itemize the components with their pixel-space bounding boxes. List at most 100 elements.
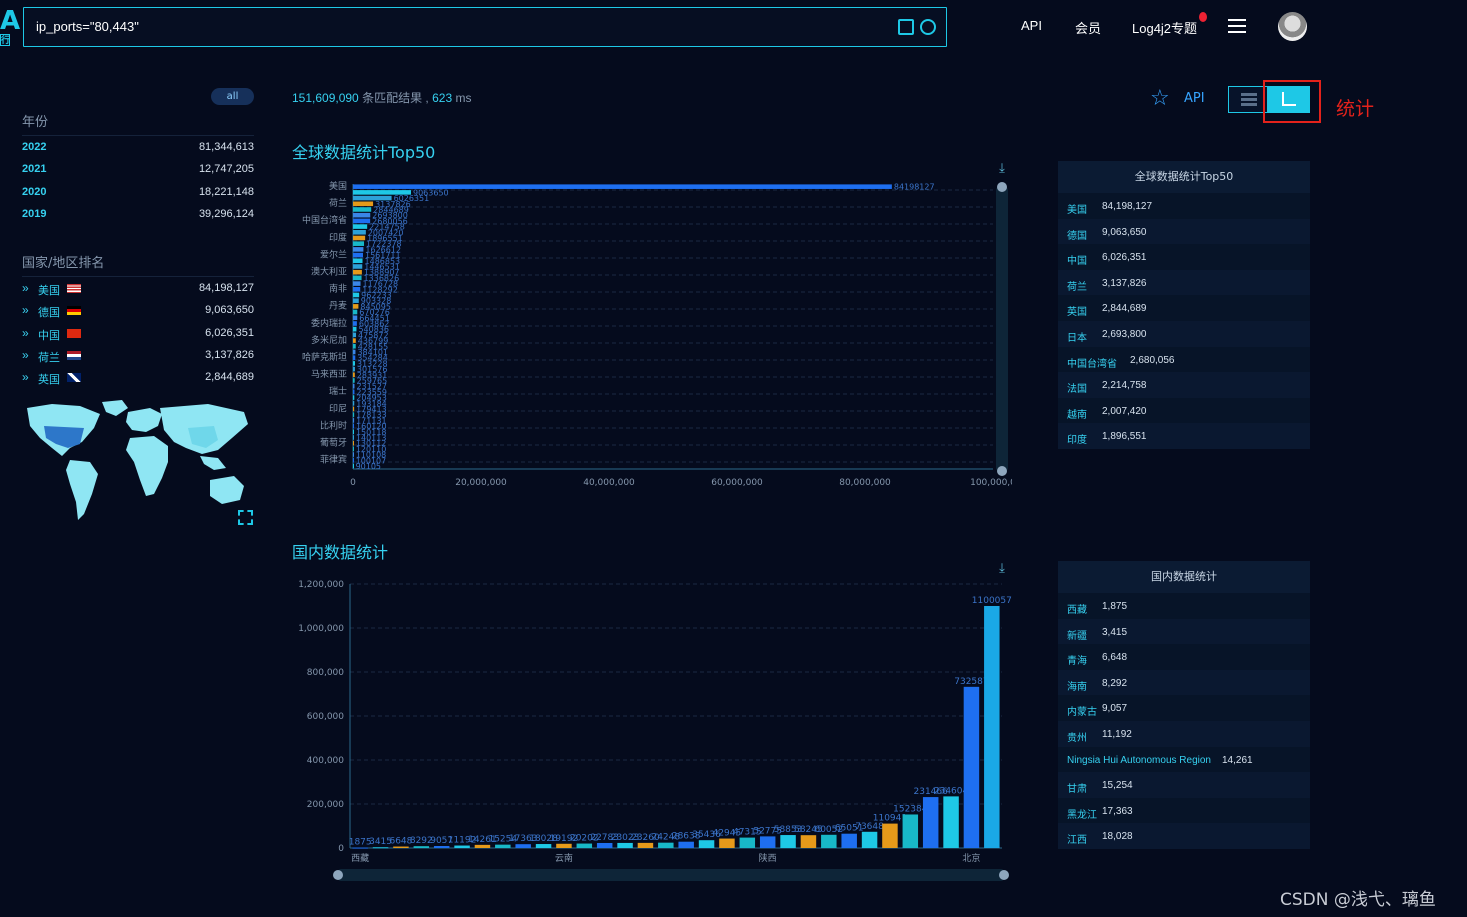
row-label[interactable]: 内蒙古 (1067, 703, 1097, 718)
row-label[interactable]: 法国 (1067, 380, 1087, 395)
country-value: 6,026,351 (205, 326, 254, 339)
nav-log4j[interactable]: Log4j2专题 (1132, 18, 1197, 37)
star-icon[interactable]: ☆ (1150, 88, 1172, 110)
year-label[interactable]: 2019 (22, 208, 46, 220)
year-row[interactable]: 2019 39,296,124 (22, 208, 254, 230)
nav-member[interactable]: 会员 (1075, 18, 1101, 37)
row-label[interactable]: 新疆 (1067, 627, 1087, 642)
country-label[interactable]: 英国 (38, 371, 60, 387)
row-label[interactable]: 印度 (1067, 431, 1087, 446)
table-row[interactable]: 中国台湾省 2,680,056 (1058, 347, 1310, 373)
country-row[interactable]: » 德国 9,063,650 (22, 303, 254, 326)
table-row[interactable]: 黑龙江 17,363 (1058, 798, 1310, 824)
stats-annotation: 统计 (1336, 98, 1375, 120)
table-row[interactable]: 日本 2,693,800 (1058, 320, 1310, 347)
row-label[interactable]: 海南 (1067, 678, 1087, 693)
row-label[interactable]: 青海 (1067, 652, 1087, 667)
year-row[interactable]: 2020 18,221,148 (22, 186, 254, 208)
search-input[interactable]: ip_ports="80,443" (36, 19, 139, 34)
row-label[interactable]: 西藏 (1067, 601, 1087, 616)
row-label[interactable]: 越南 (1067, 406, 1087, 421)
year-label[interactable]: 2020 (22, 186, 46, 198)
menu-icon[interactable] (1228, 19, 1246, 33)
year-label[interactable]: 2021 (22, 163, 46, 175)
download-icon[interactable]: ⤓ (995, 161, 1009, 176)
row-value: 2,844,689 (1102, 303, 1147, 315)
row-label[interactable]: 日本 (1067, 329, 1087, 344)
result-stats: 151,609,090 条匹配结果 , 623 ms (292, 89, 471, 106)
table-row[interactable]: 新疆 3,415 (1058, 618, 1310, 645)
x-tick-label: 0 (350, 478, 356, 488)
table-row[interactable]: 贵州 11,192 (1058, 720, 1310, 747)
table-row[interactable]: 美国 84,198,127 (1058, 193, 1310, 219)
row-label[interactable]: 江西 (1067, 831, 1087, 846)
table-row[interactable]: 荷兰 3,137,826 (1058, 269, 1310, 296)
row-label[interactable]: 中国台湾省 (1067, 355, 1117, 370)
bar (393, 846, 409, 848)
y-tick-label: 委内瑞拉 (311, 317, 347, 329)
grammar-icon[interactable] (898, 19, 914, 35)
table-row[interactable]: 江西 18,028 (1058, 823, 1310, 849)
map-south-america (66, 460, 98, 520)
table-row[interactable]: 西藏 1,875 (1058, 593, 1310, 619)
country-label[interactable]: 中国 (38, 327, 60, 343)
country-row[interactable]: » 美国 84,198,127 (22, 281, 254, 304)
year-row[interactable]: 2022 81,344,613 (22, 141, 254, 163)
nav-api[interactable]: API (1021, 18, 1042, 33)
table-row[interactable]: 海南 8,292 (1058, 669, 1310, 696)
logo[interactable]: A 行 (0, 8, 20, 58)
country-label[interactable]: 德国 (38, 304, 60, 320)
table-row[interactable]: 法国 2,214,758 (1058, 372, 1310, 398)
flag-icon (67, 284, 81, 293)
bar (922, 797, 939, 848)
row-label[interactable]: 中国 (1067, 252, 1087, 267)
table-row[interactable]: 英国 2,844,689 (1058, 295, 1310, 321)
y-tick-label: 葡萄牙 (320, 437, 347, 449)
table-row[interactable]: 青海 6,648 (1058, 644, 1310, 670)
x-tick-label: 陕西 (759, 852, 777, 864)
table-row[interactable]: 印度 1,896,551 (1058, 423, 1310, 449)
country-value: 9,063,650 (205, 304, 254, 317)
country-row[interactable]: » 中国 6,026,351 (22, 326, 254, 349)
world-map[interactable] (22, 398, 254, 528)
table-row[interactable]: 中国 6,026,351 (1058, 244, 1310, 270)
row-value: 2,007,420 (1102, 405, 1147, 417)
row-label[interactable]: 荷兰 (1067, 278, 1087, 293)
row-label[interactable]: Ningsia Hui Autonomous Region (1067, 755, 1211, 766)
search-box[interactable]: ip_ports="80,443" (23, 7, 947, 47)
bar (353, 247, 364, 252)
map-australia (210, 476, 244, 504)
avatar[interactable] (1278, 12, 1307, 41)
year-label[interactable]: 2022 (22, 141, 46, 153)
x-tick-label: 80,000,000 (839, 478, 891, 488)
expand-icon[interactable] (238, 510, 253, 525)
row-label[interactable]: 美国 (1067, 201, 1087, 216)
zoom-handle-left (333, 870, 343, 880)
api-link[interactable]: API (1184, 91, 1205, 106)
table-row[interactable]: 越南 2,007,420 (1058, 398, 1310, 424)
list-view-button[interactable] (1228, 86, 1268, 113)
row-value: 2,214,758 (1102, 380, 1147, 392)
country-row[interactable]: » 英国 2,844,689 (22, 370, 254, 393)
country-row[interactable]: » 荷兰 3,137,826 (22, 348, 254, 371)
filter-all-pill[interactable]: all (211, 88, 254, 105)
bar (821, 834, 837, 848)
country-label[interactable]: 美国 (38, 282, 60, 298)
table-row[interactable]: Ningsia Hui Autonomous Region 14,261 (1058, 747, 1310, 773)
search-icon[interactable] (920, 19, 936, 35)
global-stats-table: 全球数据统计Top50 美国 84,198,127 德国 9,063,650 中国 6,0… (1058, 161, 1310, 449)
row-label[interactable]: 德国 (1067, 227, 1087, 242)
bar (353, 321, 357, 326)
row-label[interactable]: 贵州 (1067, 729, 1087, 744)
bar (353, 287, 361, 292)
row-label[interactable]: 英国 (1067, 303, 1087, 318)
row-label[interactable]: 甘肃 (1067, 780, 1087, 795)
country-label[interactable]: 荷兰 (38, 349, 60, 365)
year-row[interactable]: 2021 12,747,205 (22, 163, 254, 185)
table-row[interactable]: 甘肃 15,254 (1058, 772, 1310, 798)
bar (515, 844, 531, 848)
watermark: CSDN @浅弋、璃鱼 (1280, 890, 1436, 910)
table-row[interactable]: 内蒙古 9,057 (1058, 695, 1310, 721)
row-label[interactable]: 黑龙江 (1067, 806, 1097, 821)
table-row[interactable]: 德国 9,063,650 (1058, 218, 1310, 245)
